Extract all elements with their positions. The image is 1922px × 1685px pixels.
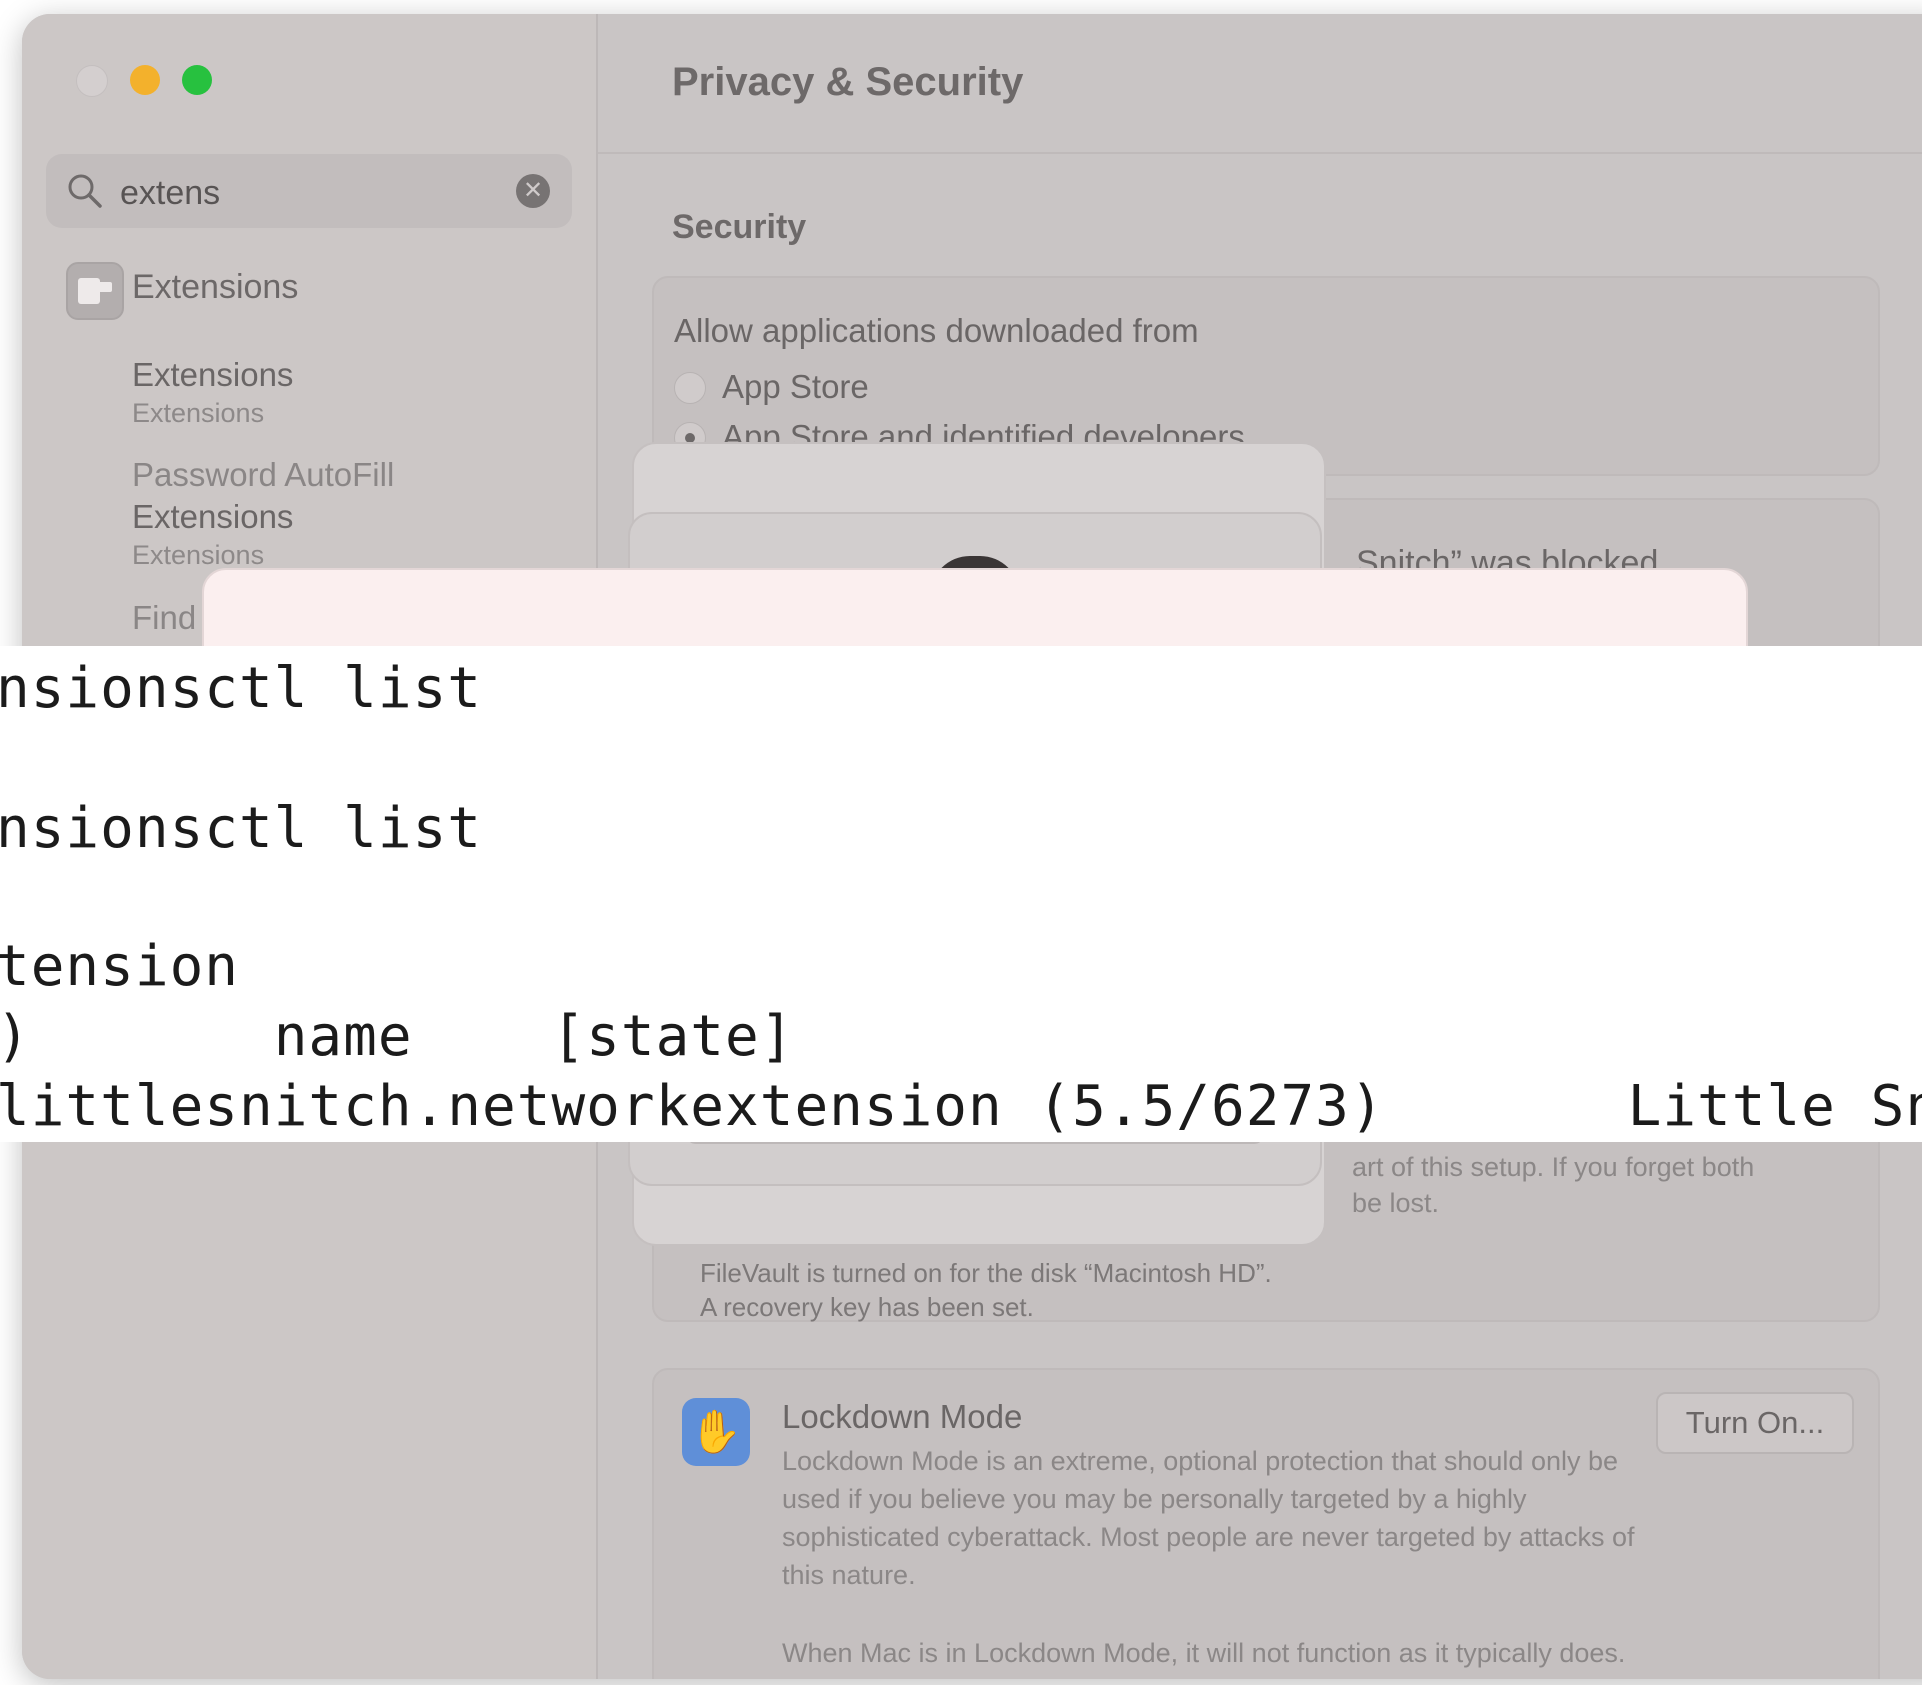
turn-on-button[interactable]: Turn On...: [1656, 1392, 1854, 1454]
terminal-line: ) name [state]: [0, 1004, 795, 1069]
lockdown-title: Lockdown Mode: [782, 1398, 1023, 1435]
maximize-button[interactable]: [182, 65, 212, 95]
lockdown-panel: ✋ Lockdown Mode Lockdown Mode is an extr…: [652, 1368, 1880, 1679]
hand-icon: ✋: [682, 1398, 750, 1466]
search-result-password-autofill[interactable]: Password AutoFill Extensions Extensions: [132, 456, 394, 571]
terminal-line: littlesnitch.networkextension (5.5/6273)…: [0, 1074, 1922, 1139]
filevault-recovery: A recovery key has been set.: [700, 1292, 1034, 1322]
allow-apps-label: Allow applications downloaded from: [674, 312, 1199, 349]
radio-label-app-store: App Store: [722, 368, 869, 405]
close-button[interactable]: [76, 65, 108, 97]
terminal-output: nsionsctl list nsionsctl list tension ) …: [0, 646, 1922, 1142]
search-icon: [68, 174, 102, 208]
recovery-text: art of this setup. If you forget both: [1352, 1152, 1755, 1182]
lockdown-description: Lockdown Mode is an extreme, optional pr…: [782, 1446, 1635, 1590]
titlebar: Privacy & Security: [598, 14, 1922, 154]
minimize-button[interactable]: [130, 65, 160, 95]
recovery-text-2: be lost.: [1352, 1188, 1440, 1218]
radio-app-store[interactable]: [674, 372, 706, 404]
search-result-find[interactable]: Find: [132, 599, 196, 637]
result-sublabel: Extensions: [132, 398, 265, 428]
search-field[interactable]: extens ✕: [46, 154, 572, 228]
result-label-2: Extensions: [132, 498, 294, 535]
search-result-extensions[interactable]: Extensions Extensions: [132, 356, 293, 429]
lockdown-description-2: When Mac is in Lockdown Mode, it will no…: [782, 1638, 1626, 1679]
result-label: Password AutoFill: [132, 456, 395, 493]
filevault-status: FileVault is turned on for the disk “Mac…: [700, 1258, 1272, 1288]
extensions-icon: [66, 262, 124, 320]
sidebar-item-extensions[interactable]: Extensions: [132, 268, 298, 307]
search-input[interactable]: extens: [120, 174, 220, 213]
terminal-line: nsionsctl list: [0, 796, 483, 861]
result-sublabel: Extensions: [132, 540, 265, 570]
page-title: Privacy & Security: [672, 60, 1024, 104]
section-title-security: Security: [672, 208, 807, 246]
result-label: Extensions: [132, 356, 294, 393]
terminal-line: tension: [0, 934, 240, 999]
terminal-line: nsionsctl list: [0, 656, 483, 721]
clear-search-icon[interactable]: ✕: [516, 174, 550, 208]
